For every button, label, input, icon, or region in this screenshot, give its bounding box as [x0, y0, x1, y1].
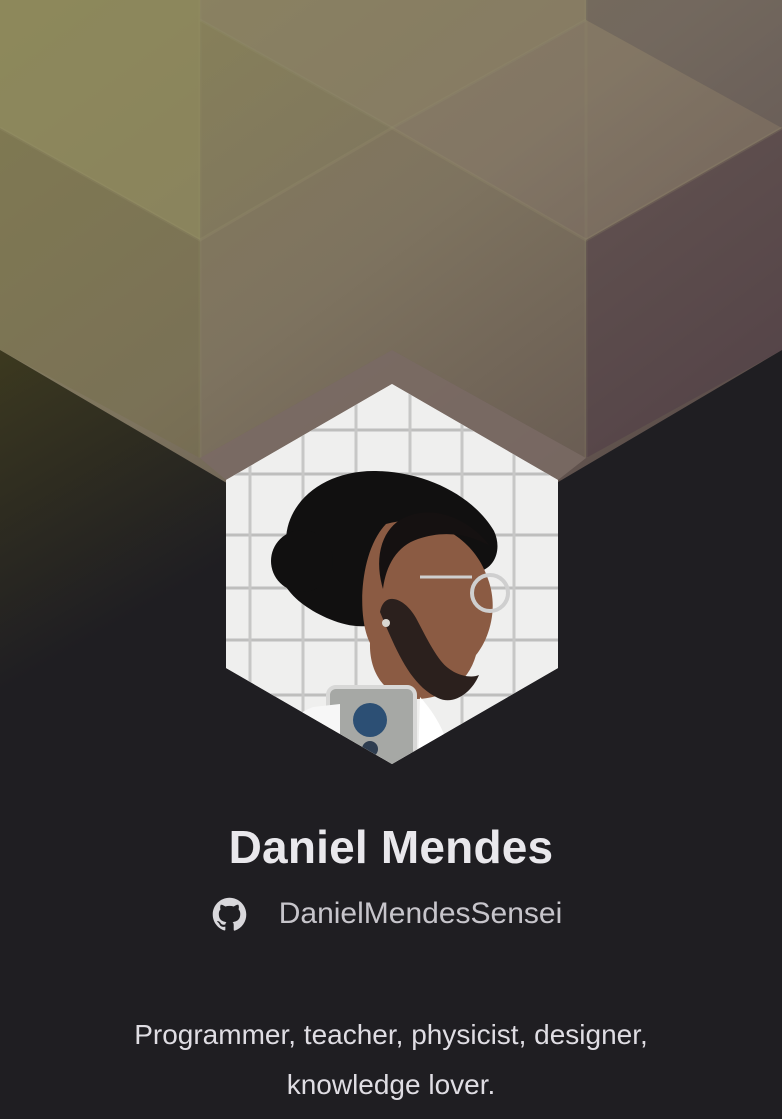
profile-bio: Programmer, teacher, physicist, designer… [134, 1019, 648, 1100]
hexagon-background [0, 0, 782, 800]
profile-name: Daniel Mendes [228, 821, 554, 873]
profile-page: Daniel Mendes DanielMendesSensei Program… [0, 0, 782, 1119]
github-username: DanielMendesSensei [278, 897, 563, 930]
github-link[interactable]: DanielMendesSensei [0, 892, 782, 936]
github-icon [212, 897, 247, 932]
